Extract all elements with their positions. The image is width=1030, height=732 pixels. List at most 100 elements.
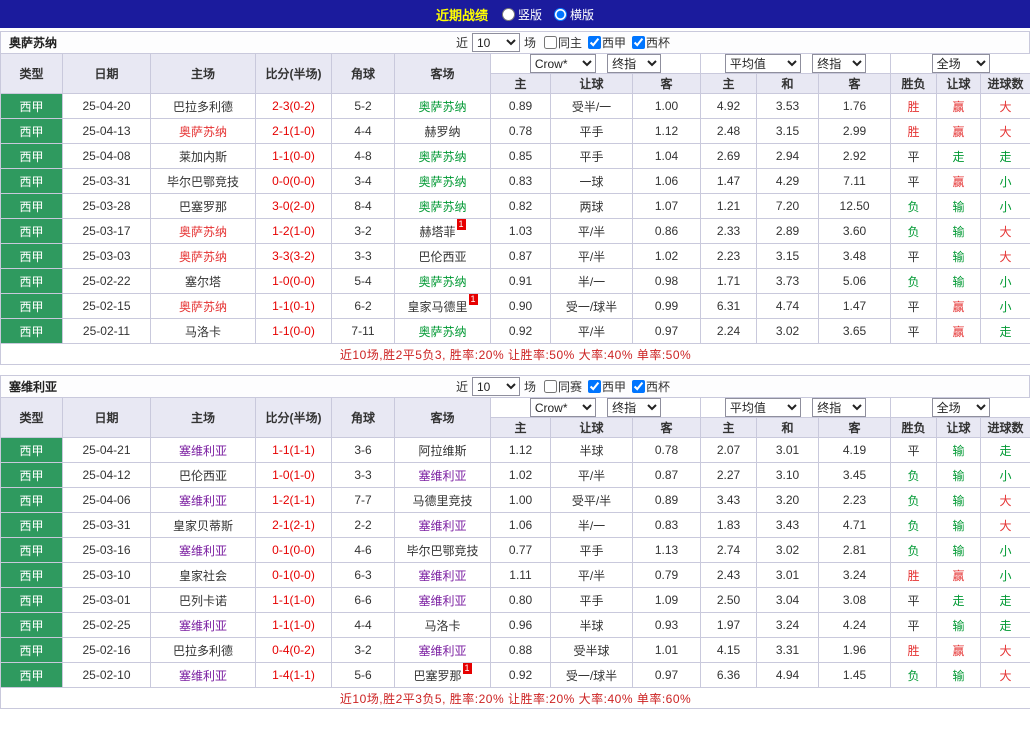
games-count-select[interactable]: 10 bbox=[472, 377, 520, 396]
away-team-link[interactable]: 塞维利亚 bbox=[418, 594, 466, 608]
filter-checkbox-input[interactable] bbox=[544, 36, 557, 49]
layout-radio[interactable] bbox=[554, 8, 567, 21]
avg-home-cell: 1.47 bbox=[701, 169, 757, 194]
home-team-link[interactable]: 塞维利亚 bbox=[179, 619, 227, 633]
avg-home-cell: 2.07 bbox=[701, 438, 757, 463]
filter-checkbox[interactable]: 西甲 bbox=[588, 34, 626, 51]
odds-home-cell: 0.77 bbox=[491, 538, 551, 563]
home-team-link[interactable]: 奥萨苏纳 bbox=[179, 125, 227, 139]
corner-cell: 5-6 bbox=[332, 663, 395, 688]
away-team-link[interactable]: 赫塔菲 bbox=[419, 225, 455, 239]
home-team-link[interactable]: 奥萨苏纳 bbox=[179, 300, 227, 314]
sections-container: 奥萨苏纳 近 10 场 同主西甲西杯 类型 日期 主场 比 bbox=[0, 31, 1030, 709]
avg-away-cell: 3.60 bbox=[819, 219, 891, 244]
avg-draw-cell: 3.53 bbox=[757, 94, 819, 119]
league-cell: 西甲 bbox=[1, 194, 63, 219]
away-team-link[interactable]: 赫罗纳 bbox=[424, 125, 460, 139]
col-home: 主场 bbox=[151, 54, 256, 94]
home-team-link[interactable]: 皇家贝蒂斯 bbox=[173, 519, 233, 533]
layout-radio[interactable] bbox=[502, 8, 515, 21]
filter-checkbox-input[interactable] bbox=[632, 36, 645, 49]
avg-away-cell: 4.71 bbox=[819, 513, 891, 538]
away-team-link[interactable]: 巴塞罗那 bbox=[413, 669, 461, 683]
filter-checkbox[interactable]: 西杯 bbox=[632, 34, 670, 51]
handicap-result-cell: 赢 bbox=[937, 169, 981, 194]
odds-home-cell: 0.82 bbox=[491, 194, 551, 219]
away-team-link[interactable]: 塞维利亚 bbox=[418, 519, 466, 533]
home-team-link[interactable]: 莱加内斯 bbox=[179, 150, 227, 164]
goals-result-cell: 小 bbox=[981, 269, 1030, 294]
home-team-link[interactable]: 巴拉多利德 bbox=[173, 100, 233, 114]
layout-option-vertical[interactable]: 竖版 bbox=[502, 6, 542, 23]
avg-away-cell: 3.08 bbox=[819, 588, 891, 613]
home-team-link[interactable]: 塞尔塔 bbox=[185, 275, 221, 289]
filter-checkbox[interactable]: 同赛 bbox=[544, 378, 582, 395]
away-team-link[interactable]: 塞维利亚 bbox=[418, 569, 466, 583]
away-team-link[interactable]: 阿拉维斯 bbox=[418, 444, 466, 458]
home-team-link[interactable]: 皇家社会 bbox=[179, 569, 227, 583]
away-team-link[interactable]: 奥萨苏纳 bbox=[418, 325, 466, 339]
away-team-link[interactable]: 皇家马德里 bbox=[407, 300, 467, 314]
away-team-link[interactable]: 巴伦西亚 bbox=[418, 250, 466, 264]
away-team-link[interactable]: 马德里竞技 bbox=[412, 494, 472, 508]
scope-select[interactable]: 全场 bbox=[932, 54, 990, 73]
odds-company-select[interactable]: Crow* bbox=[530, 398, 596, 417]
filter-checkbox-input[interactable] bbox=[588, 380, 601, 393]
home-team-link[interactable]: 巴拉多利德 bbox=[173, 644, 233, 658]
away-team-link[interactable]: 塞维利亚 bbox=[418, 469, 466, 483]
away-team-link[interactable]: 马洛卡 bbox=[424, 619, 460, 633]
away-team-link[interactable]: 奥萨苏纳 bbox=[418, 200, 466, 214]
filter-checkbox-input[interactable] bbox=[544, 380, 557, 393]
average-stage-select[interactable]: 终指 bbox=[812, 54, 866, 73]
filter-checkbox[interactable]: 同主 bbox=[544, 34, 582, 51]
home-team-link[interactable]: 巴列卡诺 bbox=[179, 594, 227, 608]
result-cell: 平 bbox=[891, 613, 937, 638]
away-team-link[interactable]: 奥萨苏纳 bbox=[418, 175, 466, 189]
odds-handicap-cell: 半球 bbox=[551, 438, 633, 463]
league-cell: 西甲 bbox=[1, 219, 63, 244]
layout-option-horizontal[interactable]: 横版 bbox=[554, 6, 594, 23]
avg-away-cell: 1.45 bbox=[819, 663, 891, 688]
home-team-link[interactable]: 毕尔巴鄂竞技 bbox=[167, 175, 239, 189]
away-team-link[interactable]: 奥萨苏纳 bbox=[418, 275, 466, 289]
col-score: 比分(半场) bbox=[256, 54, 332, 94]
home-team-link[interactable]: 奥萨苏纳 bbox=[179, 250, 227, 264]
avg-away-cell: 2.92 bbox=[819, 144, 891, 169]
odds-stage-select[interactable]: 终指 bbox=[607, 398, 661, 417]
average-select[interactable]: 平均值 bbox=[725, 54, 801, 73]
corner-cell: 4-6 bbox=[332, 538, 395, 563]
home-team-link[interactable]: 奥萨苏纳 bbox=[179, 225, 227, 239]
filter-checkbox-input[interactable] bbox=[588, 36, 601, 49]
away-team-cell: 奥萨苏纳 bbox=[395, 269, 491, 294]
average-stage-select[interactable]: 终指 bbox=[812, 398, 866, 417]
away-team-link[interactable]: 塞维利亚 bbox=[418, 644, 466, 658]
col-result: 胜负 bbox=[891, 418, 937, 438]
away-team-cell: 赫罗纳 bbox=[395, 119, 491, 144]
odds-stage-select[interactable]: 终指 bbox=[607, 54, 661, 73]
odds-handicap-cell: 平手 bbox=[551, 588, 633, 613]
filter-checkbox[interactable]: 西杯 bbox=[632, 378, 670, 395]
home-team-link[interactable]: 巴塞罗那 bbox=[179, 200, 227, 214]
away-team-link[interactable]: 奥萨苏纳 bbox=[418, 100, 466, 114]
match-row: 西甲25-02-25塞维利亚1-1(1-0)4-4马洛卡0.96半球0.931.… bbox=[1, 613, 1030, 638]
away-team-link[interactable]: 奥萨苏纳 bbox=[418, 150, 466, 164]
match-row: 西甲25-02-10塞维利亚1-4(1-1)5-6巴塞罗那10.92受一/球半0… bbox=[1, 663, 1030, 688]
home-team-link[interactable]: 塞维利亚 bbox=[179, 494, 227, 508]
odds-away-cell: 0.87 bbox=[633, 463, 701, 488]
home-team-link[interactable]: 塞维利亚 bbox=[179, 444, 227, 458]
games-count-select[interactable]: 10 bbox=[472, 33, 520, 52]
scope-select[interactable]: 全场 bbox=[932, 398, 990, 417]
home-team-link[interactable]: 塞维利亚 bbox=[179, 669, 227, 683]
odds-company-select[interactable]: Crow* bbox=[530, 54, 596, 73]
home-team-cell: 巴拉多利德 bbox=[151, 94, 256, 119]
home-team-link[interactable]: 马洛卡 bbox=[185, 325, 221, 339]
average-select[interactable]: 平均值 bbox=[725, 398, 801, 417]
filter-checkbox-input[interactable] bbox=[632, 380, 645, 393]
score-cell: 0-1(0-0) bbox=[256, 538, 332, 563]
filter-checkboxes: 同赛西甲西杯 bbox=[544, 378, 670, 395]
score-cell: 3-0(2-0) bbox=[256, 194, 332, 219]
away-team-link[interactable]: 毕尔巴鄂竞技 bbox=[406, 544, 478, 558]
filter-checkbox[interactable]: 西甲 bbox=[588, 378, 626, 395]
home-team-link[interactable]: 塞维利亚 bbox=[179, 544, 227, 558]
home-team-link[interactable]: 巴伦西亚 bbox=[179, 469, 227, 483]
